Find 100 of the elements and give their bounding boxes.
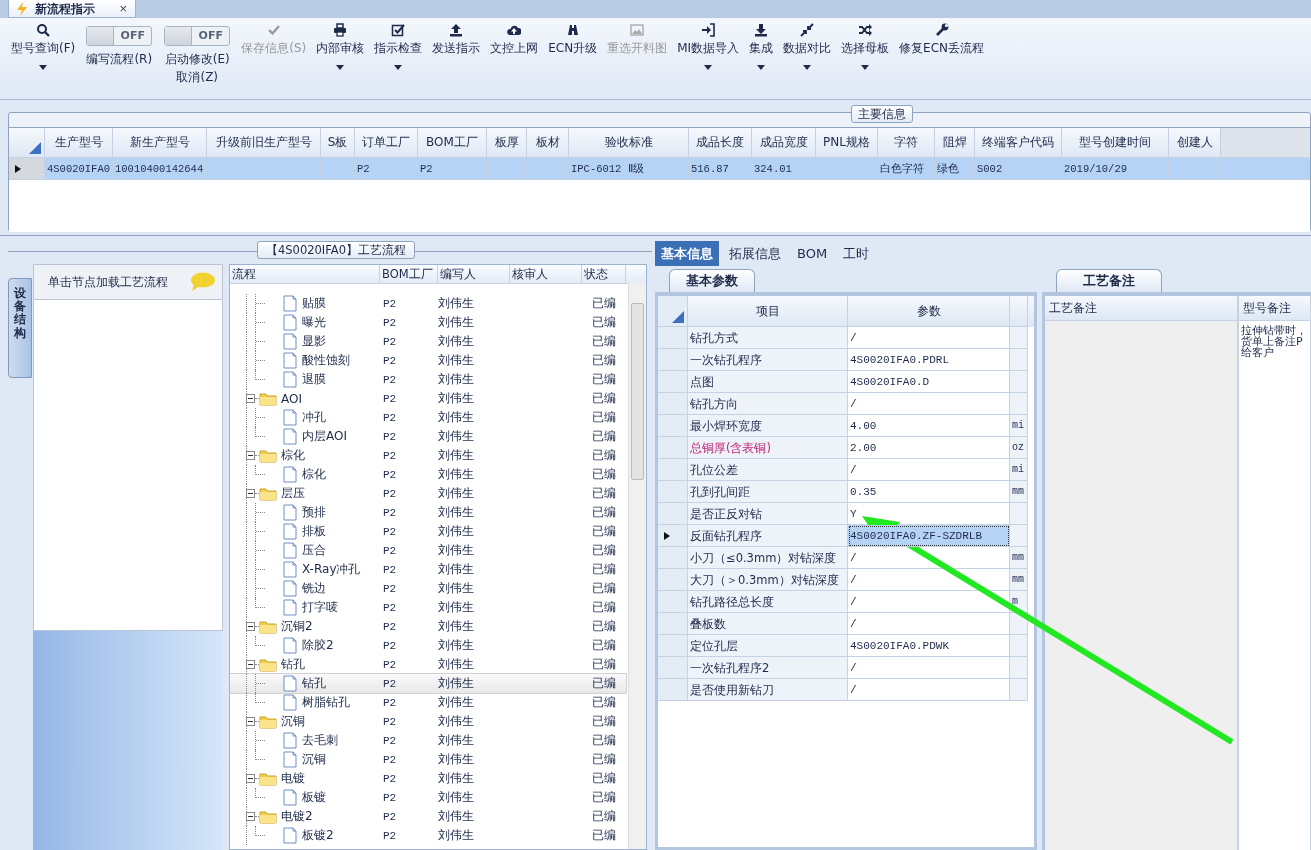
- tree-row[interactable]: 板镀 P2 刘伟生 已编: [230, 788, 626, 807]
- tree-row[interactable]: 预排 P2 刘伟生 已编: [230, 503, 626, 522]
- table-cell: P2: [383, 582, 397, 595]
- tree-row[interactable]: 棕化 P2 刘伟生 已编: [230, 465, 626, 484]
- toolbar-button[interactable]: 选择母板: [838, 18, 893, 99]
- section-tab[interactable]: 工艺备注: [1056, 269, 1162, 292]
- tree-row[interactable]: 钻孔 P2 刘伟生 已编: [230, 674, 626, 693]
- tree-row[interactable]: 棕化 P2 刘伟生 已编: [230, 446, 626, 465]
- table-cell: 刘伟生: [438, 372, 474, 386]
- row-header[interactable]: [658, 525, 688, 547]
- table-cell: 刘伟生: [438, 657, 474, 671]
- unit-cell: mi: [1010, 415, 1028, 437]
- row-header[interactable]: [9, 158, 45, 180]
- property-label: 是否使用新钻刀: [688, 679, 848, 701]
- column-header[interactable]: 参数: [848, 296, 1010, 327]
- close-button[interactable]: ×: [119, 0, 127, 17]
- toolbar-button[interactable]: 发送指示: [429, 18, 484, 99]
- unit-cell: [1010, 393, 1028, 415]
- tree-row[interactable]: 除胶2 P2 刘伟生 已编: [230, 636, 626, 655]
- tree-row[interactable]: 层压 P2 刘伟生 已编: [230, 484, 626, 503]
- toolbar-button[interactable]: 文控上网: [487, 18, 542, 99]
- tree-row[interactable]: 板镀2 P2 刘伟生 已编: [230, 826, 626, 845]
- tree-row[interactable]: 沉铜 P2 刘伟生 已编: [230, 750, 626, 769]
- property-value[interactable]: /: [848, 591, 1010, 613]
- column-header[interactable]: 编写人: [438, 265, 510, 283]
- table-row[interactable]: 4S0020IFA0 10010400142644 P2 P2 IPC-6012 Ⅱ级 516.87 324.01 白色字符 绿色 S002 2019/10/29: [9, 158, 1310, 180]
- table-cell: 324.01: [754, 163, 792, 175]
- tree-row[interactable]: AOI P2 刘伟生 已编: [230, 389, 626, 408]
- table-cell: P2: [357, 163, 370, 175]
- wrench-icon: [934, 23, 949, 37]
- tab[interactable]: 基本信息: [655, 241, 719, 266]
- tree-row[interactable]: 退膜 P2 刘伟生 已编: [230, 370, 626, 389]
- toolbar-button[interactable]: 数据对比: [780, 18, 835, 99]
- toolbar-button[interactable]: MI数据导入: [674, 18, 743, 99]
- side-tab[interactable]: 设备结构: [8, 278, 32, 378]
- tree-label: 压合: [302, 542, 326, 559]
- table-cell: 刘伟生: [438, 790, 474, 804]
- column-header[interactable]: 核审人: [510, 265, 582, 283]
- tree-label: AOI: [281, 391, 302, 406]
- toolbar-button[interactable]: 内部审核: [313, 18, 368, 99]
- toolbar-button[interactable]: ECN升级: [545, 18, 601, 99]
- tree-row[interactable]: 冲孔 P2 刘伟生 已编: [230, 408, 626, 427]
- tree-row[interactable]: 显影 P2 刘伟生 已编: [230, 332, 626, 351]
- scrollbar[interactable]: [628, 283, 646, 849]
- section-tab[interactable]: 基本参数: [669, 269, 755, 292]
- tree-label: 贴膜: [302, 295, 326, 312]
- property-value[interactable]: 4S0020IFA0.ZF-SZDRLB: [848, 525, 1010, 547]
- tree-row[interactable]: 树脂钻孔 P2 刘伟生 已编: [230, 693, 626, 712]
- table-cell: P2: [420, 163, 433, 175]
- tree-row[interactable]: X-Ray冲孔 P2 刘伟生 已编: [230, 560, 626, 579]
- document-icon: [282, 352, 298, 369]
- table-cell: 10010400142644: [115, 163, 204, 175]
- table-cell: 已编: [592, 334, 616, 348]
- column-header[interactable]: BOM工厂: [380, 265, 438, 283]
- toggle-label: 启动修改(E): [164, 51, 230, 68]
- table-cell: 已编: [592, 638, 616, 652]
- table-cell: 刘伟生: [438, 581, 474, 595]
- toolbar-button[interactable]: 修复ECN丢流程: [896, 18, 988, 99]
- column-header[interactable]: 状态: [582, 265, 626, 283]
- toggle-switch[interactable]: OFF: [164, 26, 231, 46]
- table-cell: P2: [383, 411, 397, 424]
- document-icon: [282, 428, 298, 445]
- tree-row[interactable]: 沉铜 P2 刘伟生 已编: [230, 712, 626, 731]
- tree-label: 显影: [302, 333, 326, 350]
- unit-cell: mi: [1010, 459, 1028, 481]
- property-label: 孔位公差: [688, 459, 848, 481]
- tab[interactable]: BOM: [791, 241, 834, 266]
- table-cell: 已编: [592, 809, 616, 823]
- table-cell: 已编: [592, 410, 616, 424]
- tab[interactable]: 拓展信息: [723, 241, 787, 266]
- toolbar-button[interactable]: 指示检查: [371, 18, 426, 99]
- unit-cell: oz: [1010, 437, 1028, 459]
- tree-row[interactable]: 打字唛 P2 刘伟生 已编: [230, 598, 626, 617]
- tree-row[interactable]: 内层AOI P2 刘伟生 已编: [230, 427, 626, 446]
- tree-row[interactable]: 沉铜2 P2 刘伟生 已编: [230, 617, 626, 636]
- tree-row[interactable]: 电镀2 P2 刘伟生 已编: [230, 807, 626, 826]
- tree-row[interactable]: 贴膜 P2 刘伟生 已编: [230, 294, 626, 313]
- toolbar-button[interactable]: 集成: [746, 18, 777, 99]
- toolbar-button[interactable]: 型号查询(F): [8, 18, 79, 99]
- column-header[interactable]: 型号备注: [1239, 296, 1310, 321]
- table-cell: P2: [383, 791, 397, 804]
- binoculars-icon: [565, 23, 580, 37]
- folder-icon: [259, 391, 277, 406]
- column-header[interactable]: 工艺备注: [1045, 296, 1237, 321]
- cloud-upload-icon: [507, 23, 522, 37]
- document-icon: [282, 751, 298, 768]
- column-header[interactable]: 流程: [230, 265, 380, 283]
- table-cell: 已编: [592, 676, 616, 690]
- tree-row[interactable]: 铣边 P2 刘伟生 已编: [230, 579, 626, 598]
- tree-row[interactable]: 压合 P2 刘伟生 已编: [230, 541, 626, 560]
- tree-row[interactable]: 曝光 P2 刘伟生 已编: [230, 313, 626, 332]
- tree-row[interactable]: 排板 P2 刘伟生 已编: [230, 522, 626, 541]
- tree-row[interactable]: 电镀 P2 刘伟生 已编: [230, 769, 626, 788]
- table-cell: 已编: [592, 714, 616, 728]
- toggle-switch[interactable]: OFF: [86, 26, 153, 46]
- document-tab[interactable]: 新流程指示 ×: [8, 0, 136, 18]
- tree-row[interactable]: 酸性蚀刻 P2 刘伟生 已编: [230, 351, 626, 370]
- tab[interactable]: 工时: [837, 241, 876, 266]
- tree-row[interactable]: 去毛刺 P2 刘伟生 已编: [230, 731, 626, 750]
- tree-label: 去毛刺: [302, 732, 338, 749]
